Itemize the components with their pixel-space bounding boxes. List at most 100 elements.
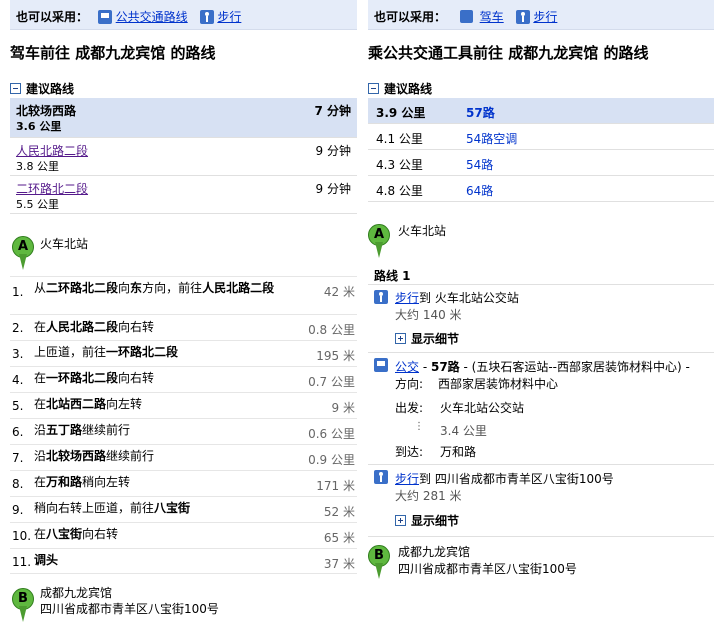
step-row[interactable]: 7. 沿北较场西路继续前行 0.9 公里	[10, 444, 357, 470]
minus-box-icon[interactable]	[368, 83, 379, 94]
route-option-3[interactable]: 二环路北二段 5.5 公里 9 分钟	[10, 176, 357, 214]
arrive-stop: 万和路	[440, 445, 477, 459]
walk-link[interactable]: 步行	[395, 472, 419, 486]
alternate-modes-bar: 也可以采用： 驾车 步行	[368, 0, 714, 30]
page-title: 乘公共交通工具前往 成都九龙宾馆 的路线	[368, 44, 649, 62]
destination-address: 四川省成都市青羊区八宝街100号	[40, 602, 219, 616]
step-distance: 37 米	[323, 557, 355, 571]
bus-line-link[interactable]: 54路	[466, 156, 493, 173]
suggested-routes-header[interactable]: 建议路线	[10, 80, 357, 98]
walk-icon	[199, 10, 214, 24]
walk-route-link[interactable]: 步行	[533, 10, 557, 24]
walk-link[interactable]: 步行	[395, 291, 419, 305]
step-number: 10.	[12, 529, 32, 543]
step-distance: 171 米	[316, 479, 355, 493]
route-option-1[interactable]: 北较场西路 3.6 公里 7 分钟	[10, 98, 357, 138]
show-details-label: 显示细节	[411, 514, 460, 528]
driving-directions-panel: 也可以采用： 公共交通路线 步行 驾车前往 成都九龙宾馆 的路线 建议路线 北较…	[10, 0, 357, 214]
transit-option-3[interactable]: 4.3 公里 54路	[368, 150, 714, 176]
step-distance: 0.9 公里	[308, 453, 355, 467]
bus-line-link[interactable]: 54路空调	[466, 130, 517, 147]
step-row[interactable]: 3. 上匝道，前往一环路北二段 195 米	[10, 340, 357, 366]
walk-distance: 大约 281 米	[395, 489, 462, 503]
transit-directions-panel: 也可以采用： 驾车 步行 乘公共交通工具前往 成都九龙宾馆 的路线 建议路线 3…	[368, 0, 714, 202]
route-name-link[interactable]: 二环路北二段	[16, 180, 88, 197]
step-text: 沿北较场西路继续前行	[34, 449, 155, 463]
marker-label: A	[17, 239, 29, 254]
step-number: 8.	[12, 477, 24, 491]
transit-link[interactable]: 公交	[395, 360, 419, 374]
show-details-toggle[interactable]: 显示细节	[395, 512, 459, 529]
walk-step-2: 步行到 四川省成都市青羊区八宝街100号	[395, 472, 614, 486]
step-distance: 42 米	[323, 285, 355, 299]
walk-icon	[374, 470, 388, 484]
plus-box-icon[interactable]	[395, 333, 406, 344]
step-number: 6.	[12, 425, 24, 439]
destination-address: 四川省成都市青羊区八宝街100号	[398, 562, 577, 576]
destination-name: 成都九龙宾馆	[40, 586, 113, 600]
step-row[interactable]: 9. 稍向右转上匝道，前往八宝街 52 米	[10, 496, 357, 522]
walk-step-1: 步行到 火车北站公交站	[395, 291, 519, 305]
bus-line-link[interactable]: 64路	[466, 182, 493, 199]
step-row[interactable]: 1. 从二环路北二段向东方向，前往人民北路二段 42 米	[10, 276, 357, 312]
step-distance: 9 米	[331, 401, 355, 415]
ride-dots: ⋮	[414, 421, 424, 432]
bus-step: 公交 - 57路 - (五块石客运站--西部家居装饰材料中心) -	[395, 360, 690, 374]
marker-label: B	[18, 591, 28, 606]
route-name-link[interactable]: 人民北路二段	[16, 142, 88, 159]
step-row[interactable]: 2. 在人民北路二段向右转 0.8 公里	[10, 314, 357, 340]
step-text: 在万和路稍向左转	[34, 475, 131, 489]
walk-route-link[interactable]: 步行	[217, 10, 241, 24]
step-text: 在八宝街向右转	[34, 527, 119, 541]
step-row[interactable]: 6. 沿五丁路继续前行 0.6 公里	[10, 418, 357, 444]
step-row[interactable]: 11. 调头 37 米	[10, 548, 357, 574]
map-pin-icon[interactable]: A	[12, 236, 34, 270]
step-text: 沿五丁路继续前行	[34, 423, 131, 437]
route-distance: 4.3 公里	[376, 158, 423, 172]
route-distance: 4.8 公里	[376, 184, 423, 198]
step-distance: 0.6 公里	[308, 427, 355, 441]
plus-box-icon[interactable]	[395, 515, 406, 526]
alternate-modes-bar: 也可以采用： 公共交通路线 步行	[10, 0, 357, 30]
marker-label: A	[373, 227, 385, 242]
transit-option-4[interactable]: 4.8 公里 64路	[368, 176, 714, 202]
step-row[interactable]: 4. 在一环路北二段向右转 0.7 公里	[10, 366, 357, 392]
driving-route-link[interactable]: 驾车	[480, 10, 504, 24]
step-row[interactable]: 5. 在北站西二路向左转 9 米	[10, 392, 357, 418]
car-icon	[459, 10, 473, 23]
route-time: 7 分钟	[314, 104, 351, 118]
ride-distance: 3.4 公里	[440, 424, 487, 438]
marker-label: B	[374, 548, 384, 563]
step-text: 从二环路北二段向东方向，前往人民北路二段	[34, 281, 275, 295]
also-use-label: 也可以采用：	[374, 10, 447, 24]
route-time: 9 分钟	[315, 182, 351, 196]
step-row[interactable]: 8. 在万和路稍向左转 171 米	[10, 470, 357, 496]
bus-line-link[interactable]: 57路	[466, 104, 495, 121]
direction-value: 西部家居装饰材料中心	[438, 377, 559, 391]
start-location: 火车北站	[398, 224, 447, 238]
direction-label: 方向:	[395, 377, 424, 391]
suggested-routes-header[interactable]: 建议路线	[368, 80, 714, 98]
map-pin-icon[interactable]: B	[12, 588, 34, 622]
map-pin-icon[interactable]: A	[368, 224, 390, 258]
minus-box-icon[interactable]	[10, 83, 21, 94]
step-number: 1.	[12, 285, 24, 299]
step-number: 11.	[12, 555, 32, 569]
map-pin-icon[interactable]: B	[368, 545, 390, 579]
show-details-toggle[interactable]: 显示细节	[395, 330, 459, 347]
suggested-routes-label: 建议路线	[384, 82, 433, 96]
route-distance: 3.8 公里	[16, 160, 59, 173]
transit-option-1[interactable]: 3.9 公里 57路	[368, 98, 714, 124]
bus-icon	[97, 10, 112, 24]
walk-icon	[515, 10, 530, 24]
route-option-2[interactable]: 人民北路二段 3.8 公里 9 分钟	[10, 138, 357, 176]
route-distance: 3.9 公里	[376, 106, 426, 120]
step-text: 在人民北路二段向右转	[34, 320, 155, 334]
transit-route-link[interactable]: 公共交通路线	[116, 10, 188, 24]
arrive-label: 到达:	[395, 445, 424, 459]
step-text: 在一环路北二段向右转	[34, 371, 155, 385]
step-distance: 195 米	[316, 349, 355, 363]
transit-option-2[interactable]: 4.1 公里 54路空调	[368, 124, 714, 150]
step-row[interactable]: 10. 在八宝街向右转 65 米	[10, 522, 357, 548]
also-use-label: 也可以采用：	[16, 10, 89, 24]
